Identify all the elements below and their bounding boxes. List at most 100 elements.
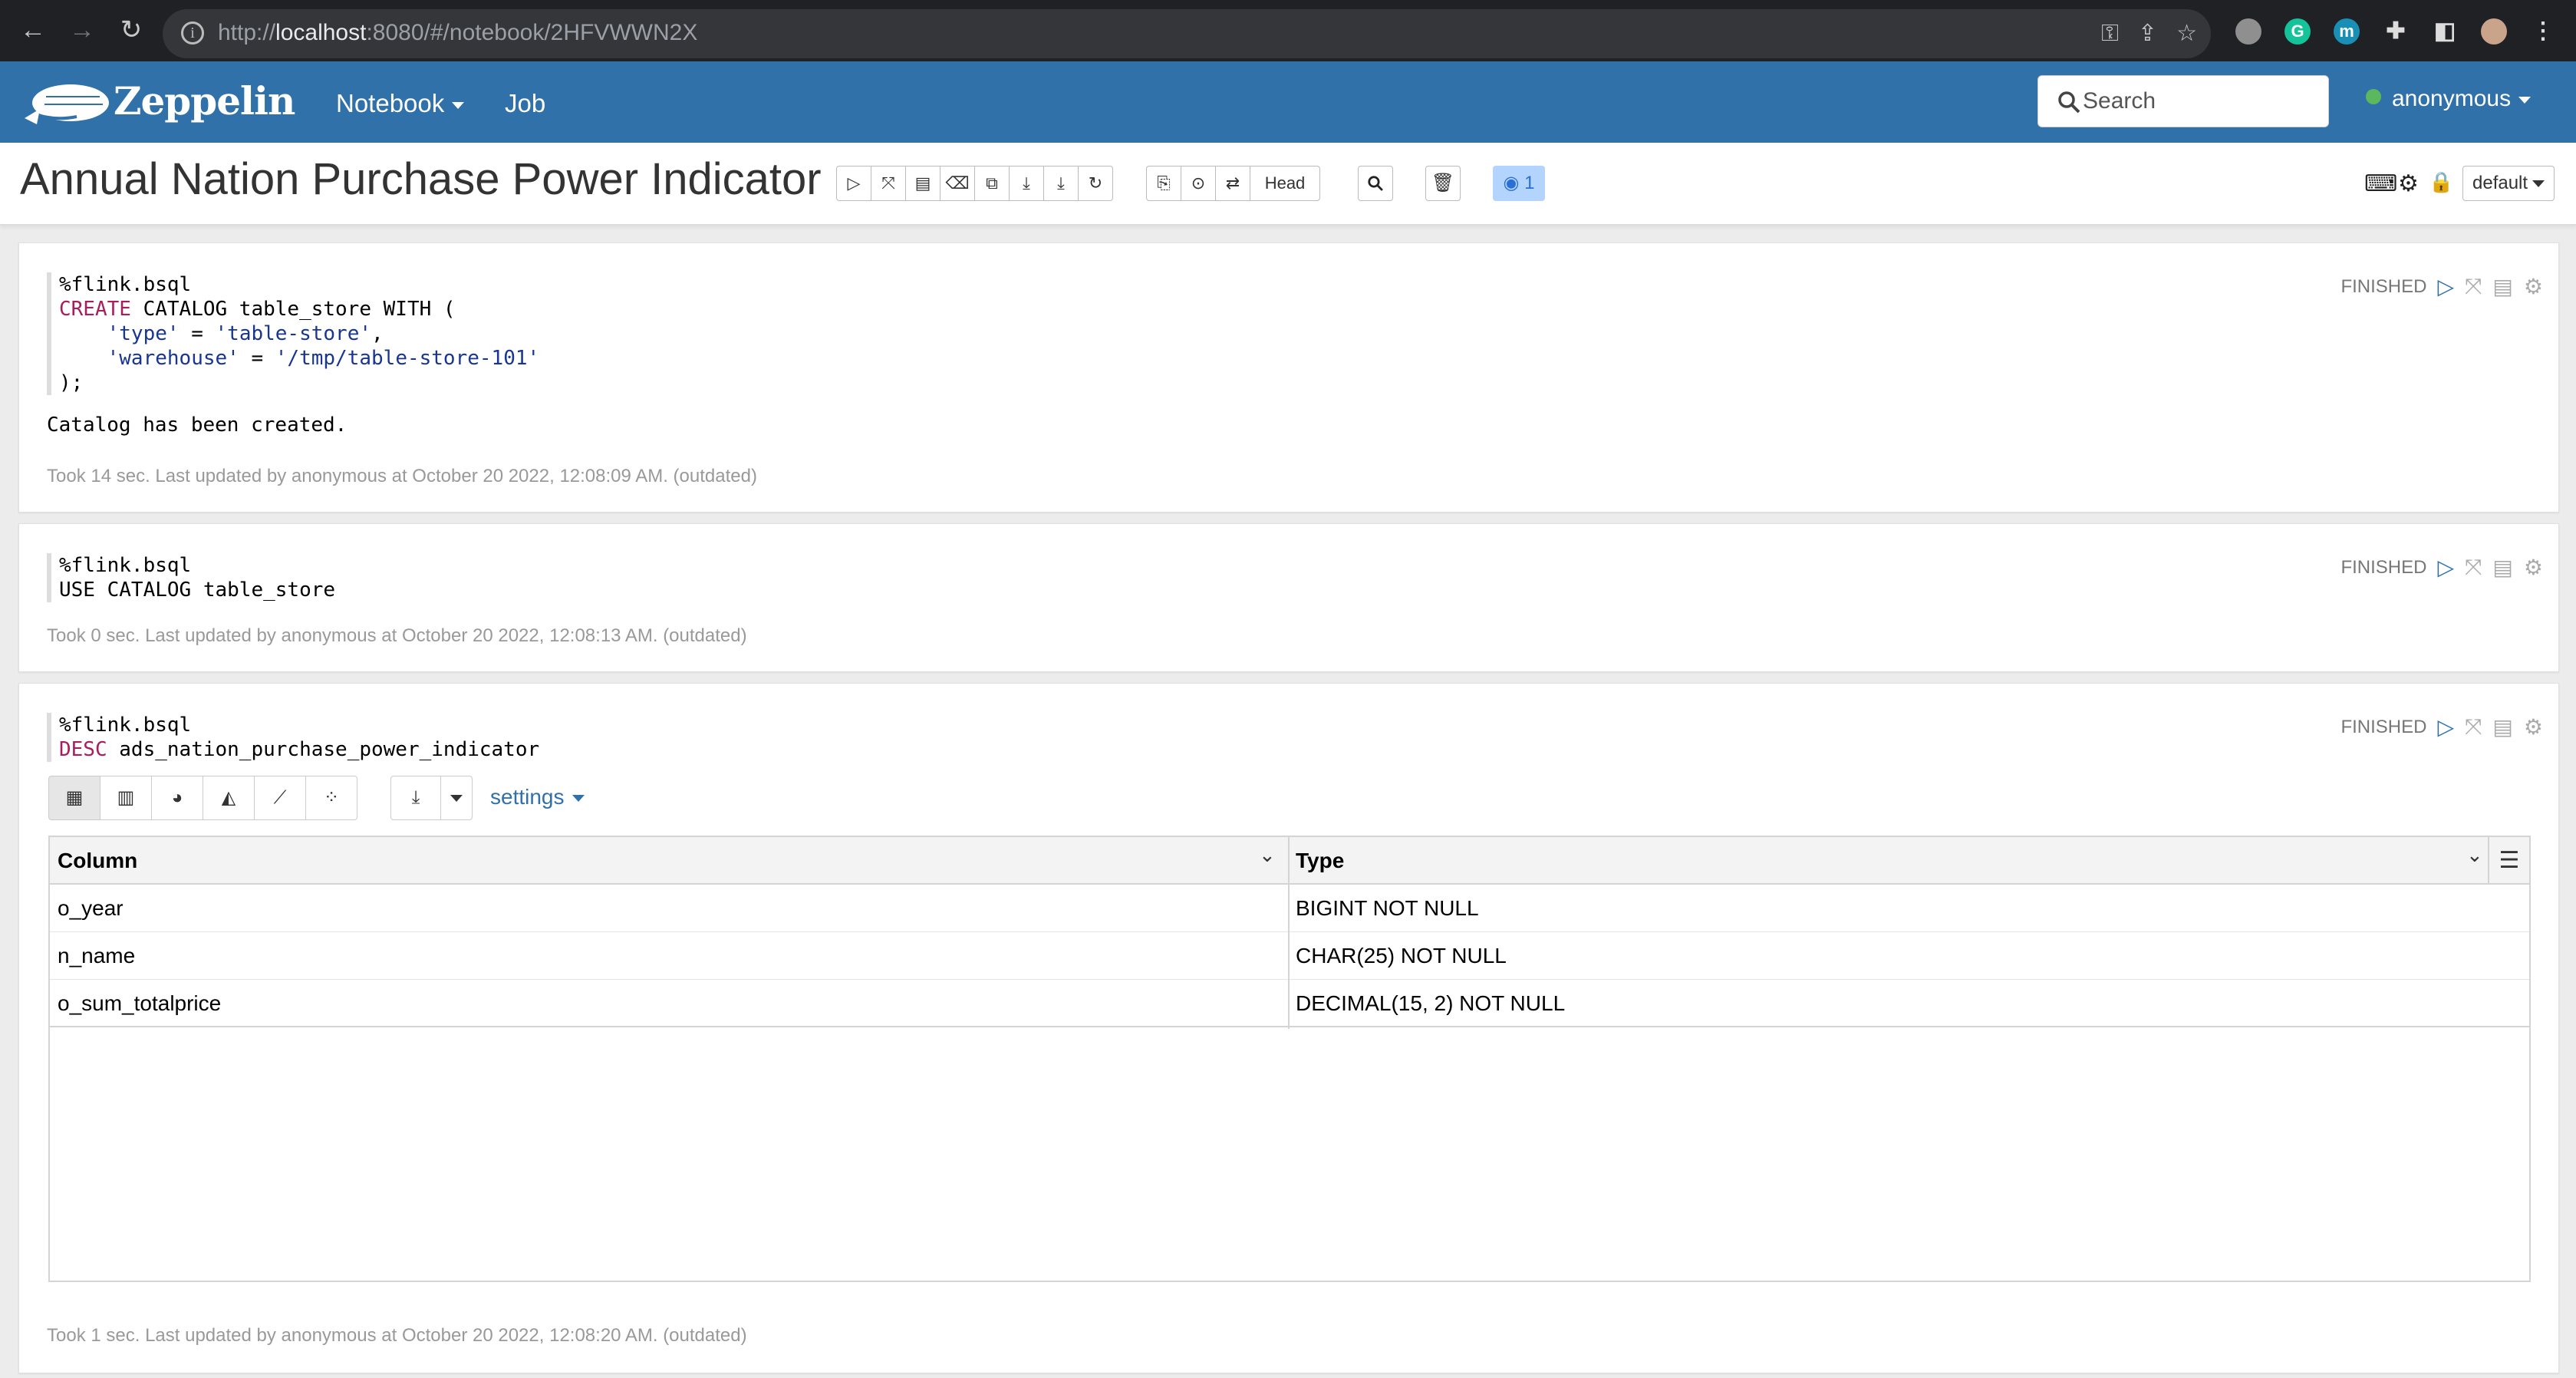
address-bar[interactable]: i http://localhost:8080/#/notebook/2HFVW…: [163, 9, 2211, 58]
search-icon: [2058, 91, 2080, 114]
export-ipynb-icon[interactable]: ⤓: [1043, 166, 1079, 201]
area-chart-icon[interactable]: ◭: [203, 776, 255, 820]
url-text[interactable]: http://localhost:8080/#/notebook/2HFVWWN…: [218, 20, 697, 46]
visualization-settings-toggle[interactable]: settings: [490, 785, 585, 809]
paragraph-1: %flink.bsql CREATE CATALOG table_store WI…: [18, 242, 2559, 513]
lock-icon[interactable]: 🔒: [2429, 170, 2453, 194]
grammarly-icon[interactable]: G: [2284, 18, 2311, 45]
code-line: %flink.bsql: [59, 554, 192, 577]
scatter-chart-icon[interactable]: ⁘: [305, 776, 357, 820]
visualization-toolbar: ▦ ▥ ◕ ◭ ⟋ ⁘: [48, 776, 357, 820]
column-divider[interactable]: [1288, 837, 1290, 1029]
export-icon[interactable]: ⤓: [1009, 166, 1044, 201]
notebook-actions-group: ▷ ⤧ ▤ ⌫ ⧉ ⤓ ⤓ ↻: [836, 166, 1113, 201]
key-icon[interactable]: ⚿: [2101, 20, 2119, 48]
viewers-badge[interactable]: ◉ 1: [1493, 166, 1545, 201]
zeppelin-navbar: Zeppelin Notebook Job Search anonymous: [0, 61, 2576, 143]
clone-icon[interactable]: ⧉: [974, 166, 1010, 201]
nav-job-link[interactable]: Job: [505, 89, 545, 118]
code-editor[interactable]: %flink.bsql USE CATALOG table_store: [47, 553, 335, 602]
table-view-icon[interactable]: ▦: [48, 776, 100, 820]
code-line: 'type' = 'table-store',: [107, 322, 384, 345]
paragraph-settings-icon[interactable]: ⚙: [2524, 555, 2543, 580]
pie-chart-icon[interactable]: ◕: [151, 776, 203, 820]
column-header-type[interactable]: Type: [1288, 837, 1344, 885]
reload-note-icon[interactable]: ↻: [1078, 166, 1113, 201]
version-control-icon[interactable]: ⎘: [1146, 166, 1181, 201]
hide-output-icon[interactable]: ▤: [905, 166, 940, 201]
status-text: FINISHED: [2340, 275, 2427, 297]
paragraph-footer: Took 0 sec. Last updated by anonymous at…: [47, 625, 747, 646]
search-icon: [1368, 176, 1383, 191]
online-status-dot: [2366, 89, 2381, 104]
interpreter-binding-dropdown[interactable]: default: [2462, 166, 2555, 201]
table-cell: DECIMAL(15, 2) NOT NULL: [1296, 991, 1566, 1015]
head-revision-button[interactable]: Head: [1250, 166, 1320, 201]
hide-code-icon[interactable]: ⤧: [2465, 714, 2482, 740]
forward-arrow-icon[interactable]: →: [63, 11, 101, 49]
paragraph-settings-icon[interactable]: ⚙: [2524, 714, 2543, 740]
hide-code-icon[interactable]: ⤧: [2465, 274, 2482, 299]
reload-icon[interactable]: ↻: [112, 11, 150, 49]
column-menu-chevron-icon[interactable]: ⌄: [1259, 843, 1276, 867]
hide-output-icon[interactable]: ▤: [2492, 555, 2512, 580]
compare-revisions-icon[interactable]: ⇄: [1215, 166, 1250, 201]
search-input[interactable]: Search: [2037, 75, 2329, 127]
hide-output-icon[interactable]: ▤: [2492, 274, 2512, 299]
share-icon[interactable]: ⇪: [2138, 20, 2157, 48]
hide-output-icon[interactable]: ▤: [2492, 714, 2512, 740]
back-arrow-icon[interactable]: ←: [14, 11, 52, 49]
bar-chart-icon[interactable]: ▥: [100, 776, 152, 820]
code-editor[interactable]: %flink.bsql DESC ads_nation_purchase_powe…: [47, 713, 539, 762]
clear-output-icon[interactable]: ⌫: [940, 166, 975, 201]
chevron-down-icon: [2518, 96, 2532, 104]
download-options-dropdown[interactable]: [440, 776, 473, 820]
browser-chrome: ← → ↻ i http://localhost:8080/#/notebook…: [0, 0, 2576, 61]
kebab-menu-icon[interactable]: ⋮: [2530, 18, 2556, 45]
code-line: USE CATALOG table_store: [59, 579, 336, 602]
commit-icon[interactable]: ⊙: [1181, 166, 1216, 201]
run-paragraph-icon[interactable]: ▷: [2437, 274, 2454, 299]
code-editor[interactable]: %flink.bsql CREATE CATALOG table_store WI…: [47, 272, 539, 395]
extension-grey-icon[interactable]: [2235, 18, 2261, 45]
site-info-icon[interactable]: i: [181, 21, 204, 45]
column-header-column[interactable]: Column: [50, 837, 137, 885]
chevron-down-icon: [452, 101, 465, 109]
chevron-down-icon: [2532, 180, 2545, 188]
table-row: n_name CHAR(25) NOT NULL: [50, 932, 2529, 980]
profile-avatar[interactable]: [2481, 18, 2507, 45]
hide-code-icon[interactable]: ⤧: [2465, 555, 2482, 580]
paragraph-settings-icon[interactable]: ⚙: [2524, 274, 2543, 299]
chevron-down-icon: [450, 795, 463, 803]
run-paragraph-icon[interactable]: ▷: [2437, 714, 2454, 740]
code-line: );: [59, 371, 84, 394]
keyboard-shortcuts-icon[interactable]: ⌨: [2364, 170, 2397, 197]
gear-icon[interactable]: ⚙: [2398, 170, 2419, 197]
bookmark-star-icon[interactable]: ☆: [2176, 20, 2197, 48]
column-menu-chevron-icon[interactable]: ⌄: [2466, 843, 2483, 867]
paragraph-2: %flink.bsql USE CATALOG table_store FINIS…: [18, 523, 2559, 672]
paragraph-footer: Took 14 sec. Last updated by anonymous a…: [47, 466, 757, 486]
version-group: ⎘ ⊙ ⇄ Head: [1146, 166, 1320, 201]
extensions-puzzle-icon[interactable]: ✚: [2383, 18, 2409, 45]
nav-notebook-menu[interactable]: Notebook: [336, 89, 465, 118]
extension-m-icon[interactable]: m: [2334, 18, 2360, 45]
sidebar-icon[interactable]: ◧: [2432, 18, 2458, 45]
delete-note-button[interactable]: 🗑: [1425, 166, 1461, 201]
code-line: %flink.bsql: [59, 273, 192, 296]
paragraph-status-bar: FINISHED ▷ ⤧ ▤ ⚙: [2340, 555, 2543, 580]
zeppelin-brand[interactable]: Zeppelin: [114, 78, 295, 124]
table-cell: o_year: [58, 896, 124, 920]
run-paragraph-icon[interactable]: ▷: [2437, 555, 2454, 580]
chevron-down-icon: [572, 795, 585, 803]
notebook-title[interactable]: Annual Nation Purchase Power Indicator: [20, 153, 822, 205]
hide-code-icon[interactable]: ⤧: [871, 166, 906, 201]
table-header: Column ⌄ Type ⌄ ☰: [50, 837, 2529, 885]
run-all-icon[interactable]: ▷: [836, 166, 871, 201]
line-chart-icon[interactable]: ⟋: [254, 776, 306, 820]
grid-menu-icon[interactable]: ☰: [2488, 837, 2529, 885]
download-icon[interactable]: ⤓: [390, 776, 441, 820]
paragraph-output: Catalog has been created.: [47, 414, 348, 437]
search-code-button[interactable]: [1358, 166, 1393, 201]
user-menu[interactable]: anonymous: [2366, 86, 2532, 112]
